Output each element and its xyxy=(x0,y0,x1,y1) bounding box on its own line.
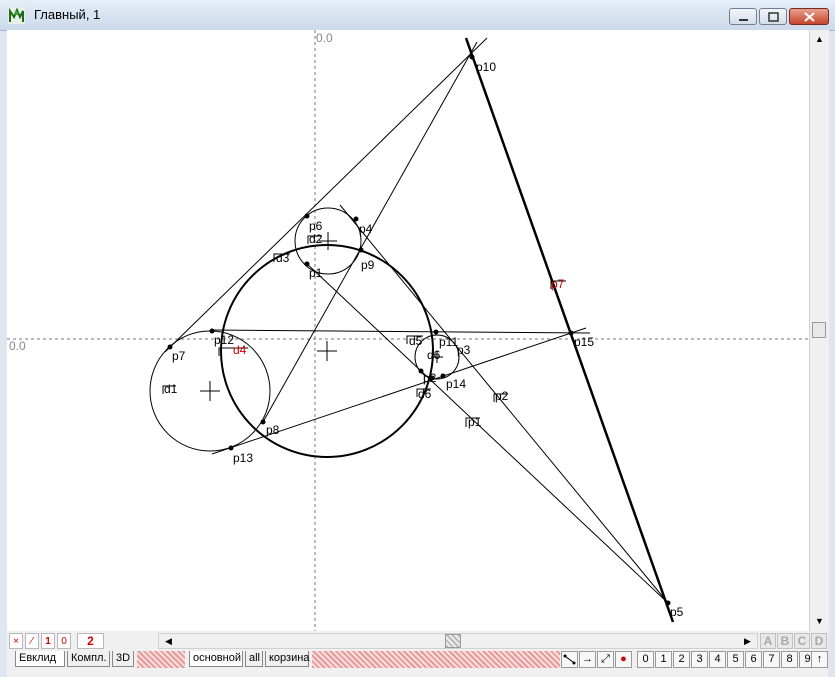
layer-b-button[interactable]: B xyxy=(777,633,793,649)
scroll-down-arrow-icon[interactable]: ▼ xyxy=(812,614,827,629)
number-button-8[interactable]: 8 xyxy=(781,651,798,668)
app-icon xyxy=(8,7,25,24)
zoom-value[interactable]: 2 xyxy=(77,633,104,649)
connect-points-icon[interactable] xyxy=(561,651,578,668)
thick-line-p7[interactable] xyxy=(464,37,675,623)
label-p7-red: p7 xyxy=(551,277,565,291)
label-p8: p8 xyxy=(266,423,280,437)
tab-strip-hatch-left xyxy=(137,651,185,668)
label-d6-lower: d6 xyxy=(418,387,432,401)
label-p5: p5 xyxy=(670,605,684,619)
label-p11: p11 xyxy=(439,335,458,349)
window-title: Главный, 1 xyxy=(34,7,101,22)
tool-zero-button[interactable]: 0 xyxy=(57,633,71,649)
label-p6: p6 xyxy=(309,219,323,233)
label-d5: d5 xyxy=(409,334,423,348)
construction-lines[interactable] xyxy=(164,37,669,604)
number-button-7[interactable]: 7 xyxy=(763,651,780,668)
minimize-button[interactable] xyxy=(729,8,757,25)
close-button[interactable] xyxy=(789,8,829,25)
number-button-5[interactable]: 5 xyxy=(727,651,744,668)
scroll-left-arrow-icon[interactable]: ◀ xyxy=(161,634,176,648)
number-button-3[interactable]: 3 xyxy=(691,651,708,668)
tab-3d[interactable]: 3D xyxy=(112,651,134,667)
label-p4: p4 xyxy=(359,222,373,236)
vertical-scroll-thumb[interactable] xyxy=(812,322,826,338)
label-p13: p13 xyxy=(233,451,253,465)
scroll-right-arrow-icon[interactable]: ▶ xyxy=(740,634,755,648)
layer-d-button[interactable]: D xyxy=(811,633,827,649)
scroll-up-arrow-icon[interactable]: ▲ xyxy=(812,32,827,47)
tab-trash[interactable]: корзина xyxy=(265,651,309,667)
label-p7: p7 xyxy=(172,349,186,363)
label-p14: p14 xyxy=(446,377,466,391)
number-button-0[interactable]: 0 xyxy=(637,651,654,668)
label-d3: d3 xyxy=(276,251,290,265)
title-bar: Главный, 1 xyxy=(0,0,835,31)
geometry-drawing[interactable]: 0.0 0.0 p10 p6 d2 p4 p1 p9 d3 p7 p12 d4 … xyxy=(7,30,809,631)
y-axis-origin-label: 0.0 xyxy=(316,31,333,45)
label-p1: p1 xyxy=(309,266,323,280)
label-p3: p3 xyxy=(457,343,471,357)
layer-a-button[interactable]: A xyxy=(760,633,776,649)
maximize-button[interactable] xyxy=(759,8,787,25)
tab-euclid[interactable]: Евклид xyxy=(15,651,65,667)
label-d4: d4 xyxy=(233,343,247,357)
label-d1: d1 xyxy=(164,382,178,396)
label-p12: p12 xyxy=(214,333,234,347)
delete-tool-button[interactable]: × xyxy=(9,633,23,649)
label-d6: d6 xyxy=(427,348,441,362)
label-p9: p9 xyxy=(361,258,375,272)
horizontal-scroll-thumb[interactable] xyxy=(445,634,461,648)
label-p2: p2 xyxy=(495,389,509,403)
tab-all-layers[interactable]: all xyxy=(245,651,263,667)
tab-strip-hatch-right xyxy=(312,651,560,668)
label-p1-lower: p1 xyxy=(468,415,482,429)
up-arrow-button[interactable]: ↑ xyxy=(811,651,828,668)
number-button-2[interactable]: 2 xyxy=(673,651,690,668)
tab-complex[interactable]: Компл. xyxy=(67,651,110,667)
tool-one-button[interactable]: 1 xyxy=(41,633,55,649)
tab-main-layer[interactable]: основной xyxy=(189,651,243,667)
bottom-panel: × ⁄ 1 0 2 ◀ ▶ A B C D Евклид Компл. 3D о… xyxy=(7,631,828,677)
number-button-1[interactable]: 1 xyxy=(655,651,672,668)
resize-arrow-icon[interactable]: ⤢ xyxy=(597,651,614,668)
label-p15: p15 xyxy=(574,335,594,349)
drawing-canvas[interactable]: 0.0 0.0 p10 p6 d2 p4 p1 p9 d3 p7 p12 d4 … xyxy=(7,30,809,631)
x-axis-origin-label: 0.0 xyxy=(9,339,26,353)
number-button-4[interactable]: 4 xyxy=(709,651,726,668)
label-p10: p10 xyxy=(476,60,496,74)
label-p2-small: p2 xyxy=(423,371,437,385)
center-markers xyxy=(200,232,443,401)
horizontal-scrollbar[interactable]: ◀ ▶ xyxy=(158,633,758,649)
record-dot-icon[interactable]: ● xyxy=(615,651,632,668)
arrow-right-icon[interactable]: → xyxy=(579,651,596,668)
label-d2: d2 xyxy=(309,232,323,246)
number-button-6[interactable]: 6 xyxy=(745,651,762,668)
line-tool-button[interactable]: ⁄ xyxy=(25,633,39,649)
vertical-scrollbar[interactable]: ▲ ▼ xyxy=(809,30,829,631)
layer-c-button[interactable]: C xyxy=(794,633,810,649)
